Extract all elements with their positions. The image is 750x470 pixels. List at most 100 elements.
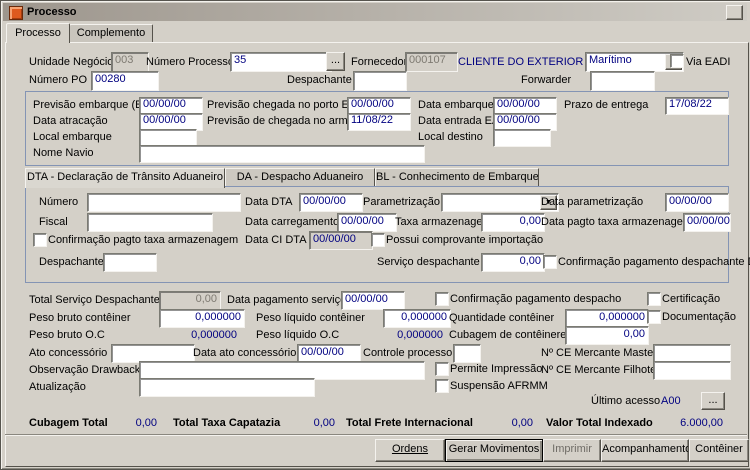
nome-navio-label: Nome Navio <box>33 147 94 159</box>
valor-total-indexado-value: 6.000,00 <box>680 417 723 429</box>
documentacao-label: Documentação <box>662 311 736 323</box>
tab-processo[interactable]: Processo <box>6 23 70 43</box>
data-ci-dta-field[interactable]: 00/00/00 <box>309 231 373 250</box>
taxa-armazenagem-field[interactable]: 0,00 <box>481 213 545 232</box>
atualizacao-field[interactable] <box>139 378 315 397</box>
data-dta-field[interactable]: 00/00/00 <box>299 193 363 212</box>
acompanhamento-button[interactable]: Acompanhamento <box>601 439 689 462</box>
peso-liquido-conteiner-field[interactable]: 0,000000 <box>383 309 451 328</box>
conteiner-button[interactable]: Contêiner <box>689 439 749 462</box>
documentacao-checkbox[interactable] <box>647 310 661 324</box>
gerar-movimentos-button[interactable]: Gerar Movimentos <box>445 439 543 462</box>
atualizacao-label: Atualização <box>29 381 86 393</box>
total-taxa-capatazia-label: Total Taxa Capatazia <box>173 417 281 429</box>
unidade-negocio-label: Unidade Negócio <box>29 56 114 68</box>
suspensao-afrmm-checkbox[interactable] <box>435 379 449 393</box>
despachante-field[interactable] <box>353 71 407 91</box>
subtab-bl[interactable]: BL - Conhecimento de Embarque <box>375 168 539 187</box>
peso-bruto-oc-value: 0,000000 <box>191 329 237 341</box>
local-embarque-label: Local embarque <box>33 131 112 143</box>
window-title: Processo <box>27 6 77 18</box>
modal-value: Marítimo <box>589 54 632 66</box>
data-atracacao-label: Data atracação <box>33 115 108 127</box>
peso-liquido-oc-label: Peso líquido O.C <box>256 329 340 341</box>
ultimo-acesso-label: Último acesso <box>591 395 661 407</box>
taxa-armazenagem-label: Taxa armazenagem <box>395 216 492 228</box>
fornecedor-label: Fornecedor <box>351 56 408 68</box>
confirmacao-pagamento-despachante-checkbox[interactable] <box>543 255 557 269</box>
numero-processo-field[interactable]: 35 <box>230 52 332 72</box>
subtab-da[interactable]: DA - Despacho Aduaneiro <box>225 168 375 187</box>
data-embarque-label: Data embarque <box>418 99 494 111</box>
previsao-chegada-armazem-field[interactable]: 11/08/22 <box>347 113 411 131</box>
cubagem-conteineres-label: Cubagem de contêineres <box>449 329 572 341</box>
numero-po-field[interactable]: 00280 <box>91 71 159 91</box>
confirmacao-pagamento-despacho-checkbox[interactable] <box>435 292 449 306</box>
suspensao-afrmm-label: Suspensão AFRMM <box>450 380 548 392</box>
dta-numero-field[interactable] <box>87 193 241 212</box>
dta-numero-label: Número <box>39 196 79 208</box>
despachante-label: Despachante <box>287 74 352 86</box>
quantidade-conteiner-label: Quantidade contêiner <box>449 312 555 324</box>
cubagem-conteineres-field[interactable]: 0,00 <box>565 326 649 345</box>
window-control-button[interactable] <box>726 5 743 20</box>
confirmacao-pagto-taxa-checkbox[interactable] <box>33 233 47 247</box>
ce-mercante-filhote-label: Nº CE Mercante Filhote <box>541 364 657 376</box>
total-servico-despachante-label: Total Serviço Despachante <box>29 294 160 306</box>
ultimo-acesso-value: A00 <box>661 395 681 407</box>
peso-liquido-oc-value: 0,000000 <box>397 329 443 341</box>
app-icon <box>9 6 23 20</box>
numero-processo-browse-button[interactable]: ... <box>326 52 345 71</box>
previsao-chegada-porto-label: Previsão chegada no porto ETA <box>207 99 363 111</box>
fornecedor-code-field[interactable]: 000107 <box>405 52 458 72</box>
local-destino-label: Local destino <box>418 131 483 143</box>
subtab-dta[interactable]: DTA - Declaração de Trânsito Aduaneiro <box>25 168 225 188</box>
certificacao-label: Certificação <box>662 293 721 305</box>
fiscal-label: Fiscal <box>39 216 68 228</box>
servico-despachante-field[interactable]: 0,00 <box>481 253 545 272</box>
peso-bruto-conteiner-field[interactable]: 0,000000 <box>159 309 245 328</box>
data-carregamento-label: Data carregamento <box>245 216 340 228</box>
permite-impressao-label: Permite Impressão <box>450 363 543 375</box>
data-ato-concessorio-label: Data ato concessório <box>193 347 297 359</box>
total-frete-internacional-label: Total Frete Internacional <box>346 417 473 429</box>
nome-navio-field[interactable] <box>139 145 425 163</box>
certificacao-checkbox[interactable] <box>647 292 661 306</box>
via-eadi-checkbox[interactable] <box>670 54 684 68</box>
peso-bruto-oc-label: Peso bruto O.C <box>29 329 105 341</box>
numero-po-label: Número PO <box>29 74 88 86</box>
dta-despachante-field[interactable] <box>103 253 157 272</box>
forwarder-label: Forwarder <box>521 74 572 86</box>
confirmacao-pagamento-despachante-label: Confirmação pagamento despachante DTA <box>558 256 750 268</box>
total-servico-despachante-field[interactable]: 0,00 <box>159 291 221 310</box>
data-pagto-taxa-field[interactable]: 00/00/00 <box>683 213 731 232</box>
peso-liquido-conteiner-label: Peso líquido contêiner <box>256 312 365 324</box>
imprimir-button[interactable]: Imprimir <box>543 439 601 462</box>
tab-complemento[interactable]: Complemento <box>69 24 153 42</box>
data-parametrizacao-field[interactable]: 00/00/00 <box>665 193 729 212</box>
ce-mercante-master-label: Nº CE Mercante Master <box>541 347 657 359</box>
cubagem-total-label: Cubagem Total <box>29 417 108 429</box>
prazo-entrega-field[interactable]: 17/08/22 <box>665 97 729 115</box>
local-destino-field[interactable] <box>493 129 551 147</box>
controle-processo-field[interactable] <box>453 344 481 363</box>
total-taxa-capatazia-value: 0,00 <box>313 417 335 429</box>
fornecedor-name-text: CLIENTE DO EXTERIOR EU <box>458 56 602 68</box>
ordens-button[interactable]: Ordens <box>375 439 445 462</box>
ce-mercante-filhote-field[interactable] <box>653 361 731 380</box>
data-pagamento-servico-field[interactable]: 00/00/00 <box>341 291 405 310</box>
fiscal-field[interactable] <box>87 213 213 232</box>
permite-impressao-checkbox[interactable] <box>435 362 449 376</box>
separator <box>5 434 747 436</box>
data-carregamento-field[interactable]: 00/00/00 <box>337 213 397 232</box>
forwarder-field[interactable] <box>590 71 655 91</box>
unidade-negocio-field[interactable]: 003 <box>111 52 149 72</box>
title-bar: Processo <box>3 3 747 21</box>
possui-comprovante-checkbox[interactable] <box>371 233 385 247</box>
possui-comprovante-label: Possui comprovante importação <box>386 234 544 246</box>
cubagem-total-value: 0,00 <box>135 417 157 429</box>
data-dta-label: Data DTA <box>245 196 293 208</box>
ultimo-acesso-browse-button[interactable]: ... <box>701 392 725 410</box>
ato-concessorio-label: Ato concessório <box>29 347 108 359</box>
dta-despachante-label: Despachante <box>39 256 104 268</box>
